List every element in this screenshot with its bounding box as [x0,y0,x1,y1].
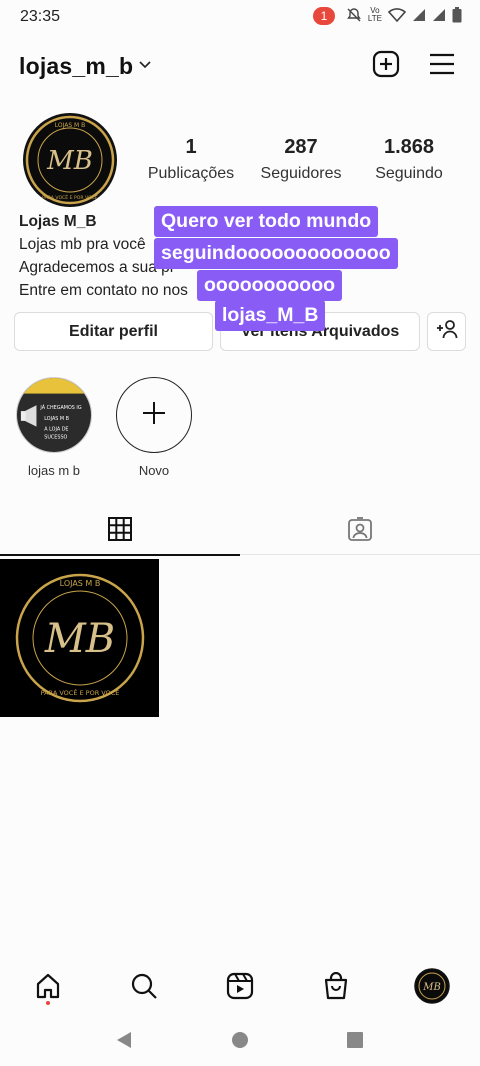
plus-icon [141,400,167,431]
highlight-label: lojas m b [27,463,81,478]
svg-text:SUCESSO: SUCESSO [44,434,67,440]
reels-icon [226,972,254,1005]
svg-text:MB: MB [43,616,114,662]
grid-icon [108,516,132,546]
svg-text:MB: MB [46,146,93,176]
back-icon [115,1031,133,1054]
system-home-button[interactable] [228,1030,252,1054]
stat-posts[interactable]: 1 Publicações [136,136,246,183]
stat-followers[interactable]: 287 Seguidores [246,136,356,183]
active-tab-indicator [0,554,240,556]
add-person-icon [435,319,459,344]
overlay-line: lojas_M_B [215,300,326,331]
svg-text:LOJAS M B: LOJAS M B [44,416,69,422]
profile-header: lojas_m_b [0,44,480,88]
svg-text:JÁ CHEGAMOS IG: JÁ CHEGAMOS IG [39,404,82,411]
nav-search[interactable] [124,968,164,1008]
notification-dot [46,1001,50,1005]
search-icon [130,972,158,1005]
username-title[interactable]: lojas_m_b [19,53,133,80]
home-icon [34,972,62,1005]
battery-icon [452,7,462,23]
profile-tabs [0,507,480,556]
recents-icon [346,1031,364,1054]
profile-avatar[interactable]: LOJAS M B MB PARA VOCÊ E POR VOCÊ [23,113,117,207]
story-highlight[interactable]: JÁ CHEGAMOS IG LOJAS M B A LOJA DE SUCES… [15,377,93,478]
new-highlight-button[interactable]: Novo [115,377,193,478]
svg-text:PARA VOCÊ E POR VOCÊ: PARA VOCÊ E POR VOCÊ [40,688,119,697]
bottom-navigation: MB [0,958,480,1014]
svg-text:MB: MB [422,982,441,993]
volte-icon: Vo LTE [367,6,382,23]
svg-text:LOJAS M B: LOJAS M B [59,579,100,588]
overlay-line: ooooooooooo [197,270,343,301]
status-bar: 23:35 1 Vo LTE [0,0,480,34]
signal-icon [412,8,426,22]
edit-profile-button[interactable]: Editar perfil [14,312,213,351]
mute-icon [346,7,362,23]
post-thumbnail[interactable]: LOJAS M B MB PARA VOCÊ E POR VOCÊ [0,559,159,717]
system-recents-button[interactable] [343,1030,367,1054]
status-icons: Vo LTE [346,7,462,23]
overlay-line: seguindooooooooooooo [154,238,398,269]
status-time: 23:35 [20,8,61,25]
nav-profile[interactable]: MB [412,967,452,1009]
overlay-line: Quero ver todo mundo [154,206,379,237]
new-highlight-circle [116,377,192,453]
new-post-icon [372,50,400,83]
new-post-button[interactable] [370,50,402,82]
discover-people-button[interactable] [427,312,466,351]
stat-following[interactable]: 1.868 Seguindo [354,136,464,183]
system-back-button[interactable] [112,1030,136,1054]
highlight-cover: JÁ CHEGAMOS IG LOJAS M B A LOJA DE SUCES… [16,377,92,453]
signal-icon [432,8,446,22]
tab-posts-grid[interactable] [0,507,240,556]
home-circle-icon [231,1031,249,1054]
svg-text:A LOJA DE: A LOJA DE [44,427,68,433]
nav-reels[interactable] [220,968,260,1008]
menu-button[interactable] [426,50,458,82]
wifi-icon [388,8,406,22]
highlight-label: Novo [138,463,170,478]
tagged-icon [347,516,373,547]
shop-icon [322,971,350,1005]
nav-shop[interactable] [316,968,356,1008]
tab-tagged[interactable] [240,507,480,555]
notification-badge: 1 [313,7,335,25]
menu-icon [429,53,455,80]
svg-text:LOJAS M B: LOJAS M B [55,122,86,129]
profile-avatar-icon: MB [414,967,450,1009]
chevron-down-icon[interactable] [138,58,152,77]
system-navigation [0,1016,480,1066]
